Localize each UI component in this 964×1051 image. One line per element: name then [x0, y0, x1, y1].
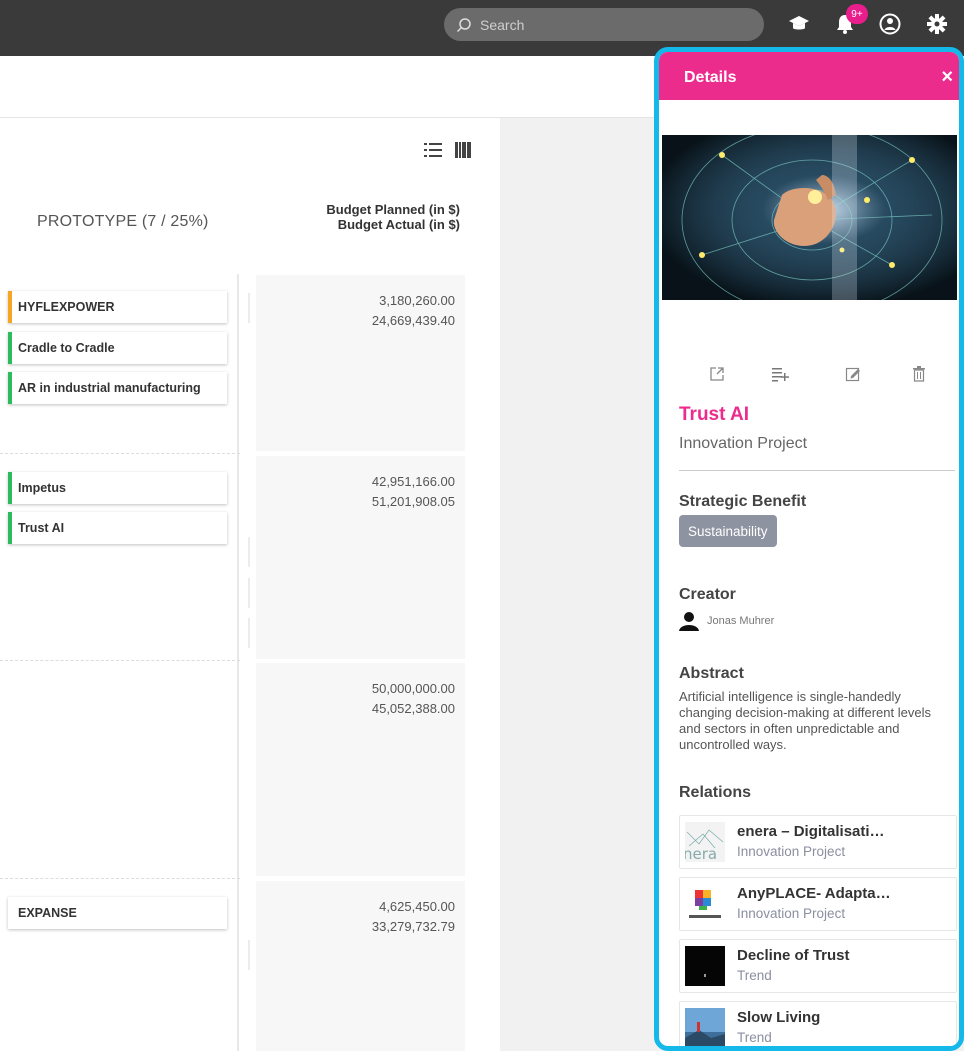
user-circle-icon[interactable] [878, 12, 902, 36]
budget-planned-label: Budget Planned (in $) [326, 202, 460, 217]
trash-icon[interactable] [907, 362, 931, 386]
card-connector [248, 940, 250, 970]
relations-label: Relations [679, 784, 752, 801]
relation-title: AnyPLACE- Adapta… [737, 885, 891, 902]
creator[interactable]: Jonas Muhrer [679, 611, 774, 631]
budget-actual: 45,052,388.00 [371, 701, 455, 716]
budget-actual: 51,201,908.05 [371, 494, 455, 509]
details-title: Details [684, 69, 737, 86]
card-status-bar [8, 332, 12, 364]
relation-thumbnail [685, 884, 725, 924]
relation-thumbnail [685, 946, 725, 986]
budget-planned: 42,951,166.00 [371, 474, 455, 489]
gear-icon[interactable] [925, 12, 949, 36]
edit-icon[interactable] [841, 362, 865, 386]
project-title: Trust AI [679, 404, 750, 425]
card-connector [248, 578, 250, 608]
card-label: AR in industrial manufacturing [18, 381, 201, 395]
strategic-benefit-tag[interactable]: Sustainability [679, 515, 777, 547]
project-card[interactable]: Impetus [8, 472, 227, 504]
card-label: Cradle to Cradle [18, 341, 115, 355]
relation-item[interactable]: Decline of Trust Trend [679, 939, 957, 993]
card-status-bar [8, 512, 12, 544]
budget-planned: 3,180,260.00 [379, 293, 455, 308]
search-box[interactable] [444, 8, 764, 41]
column-divider [237, 274, 239, 1051]
project-card[interactable]: Trust AI [8, 512, 227, 544]
card-status-bar [8, 372, 12, 404]
relation-thumbnail: nera [685, 822, 725, 862]
relation-type: Innovation Project [737, 906, 846, 921]
relation-title: Decline of Trust [737, 947, 850, 964]
relation-type: Trend [737, 1030, 772, 1045]
card-label: Trust AI [18, 521, 65, 535]
notification-badge: 9+ [846, 4, 868, 24]
project-card[interactable]: EXPANSE [8, 897, 227, 929]
list-view-icon[interactable] [424, 142, 442, 163]
project-card[interactable]: Cradle to Cradle [8, 332, 227, 364]
row-divider [0, 878, 240, 879]
open-external-icon[interactable] [705, 362, 729, 386]
details-panel: Details × Trust AI Innovation Project St… [654, 47, 964, 1051]
relation-item[interactable]: AnyPLACE- Adapta… Innovation Project [679, 877, 957, 931]
board-view-icon[interactable] [455, 142, 471, 163]
creator-label: Creator [679, 586, 736, 603]
column-title: PROTOTYPE (7 / 25%) [37, 213, 209, 230]
card-status-bar [8, 291, 12, 323]
close-button[interactable]: × [941, 66, 953, 89]
card-connector [248, 293, 250, 323]
card-label: HYFLEXPOWER [18, 300, 115, 314]
budget-planned: 4,625,450.00 [379, 899, 455, 914]
project-image [662, 135, 957, 300]
search-input[interactable] [480, 16, 740, 33]
budget-cell: 3,180,260.00 24,669,439.40 [256, 275, 465, 451]
search-icon [456, 17, 471, 32]
details-header: Details × [659, 52, 959, 100]
svg-text:nera: nera [685, 845, 717, 862]
relation-title: Slow Living [737, 1009, 821, 1026]
card-connector [248, 537, 250, 567]
relation-type: Innovation Project [737, 844, 846, 859]
budget-header: Budget Planned (in $) Budget Actual (in … [326, 202, 460, 232]
relation-title: enera – Digitalisati… [737, 823, 885, 840]
budget-actual: 24,669,439.40 [371, 313, 455, 328]
divider [679, 470, 955, 471]
project-card[interactable]: AR in industrial manufacturing [8, 372, 227, 404]
card-connector [248, 618, 250, 648]
relation-thumbnail [685, 1008, 725, 1046]
creator-name: Jonas Muhrer [707, 615, 775, 627]
graduation-cap-icon[interactable] [787, 12, 811, 36]
budget-actual-label: Budget Actual (in $) [337, 217, 460, 232]
card-label: Impetus [18, 481, 66, 495]
row-divider [0, 660, 240, 661]
card-label: EXPANSE [18, 906, 77, 920]
user-avatar-icon [679, 612, 699, 631]
card-status-bar [8, 472, 12, 504]
budget-cell: 4,625,450.00 33,279,732.79 [256, 881, 465, 1051]
row-divider [0, 453, 240, 454]
strategic-benefit-label: Strategic Benefit [679, 493, 807, 510]
abstract-label: Abstract [679, 665, 744, 682]
add-to-list-icon[interactable] [769, 362, 793, 386]
project-type: Innovation Project [679, 435, 808, 452]
relation-item[interactable]: Slow Living Trend [679, 1001, 957, 1046]
budget-cell: 50,000,000.00 45,052,388.00 [256, 663, 465, 876]
budget-planned: 50,000,000.00 [371, 681, 455, 696]
budget-cell: 42,951,166.00 51,201,908.05 [256, 456, 465, 659]
relation-item[interactable]: nera enera – Digitalisati… Innovation Pr… [679, 815, 957, 869]
abstract-text: Artificial intelligence is single-handed… [679, 689, 931, 752]
project-card[interactable]: HYFLEXPOWER [8, 291, 227, 323]
budget-actual: 33,279,732.79 [371, 919, 455, 934]
relation-type: Trend [737, 968, 772, 983]
details-actions [659, 362, 959, 386]
